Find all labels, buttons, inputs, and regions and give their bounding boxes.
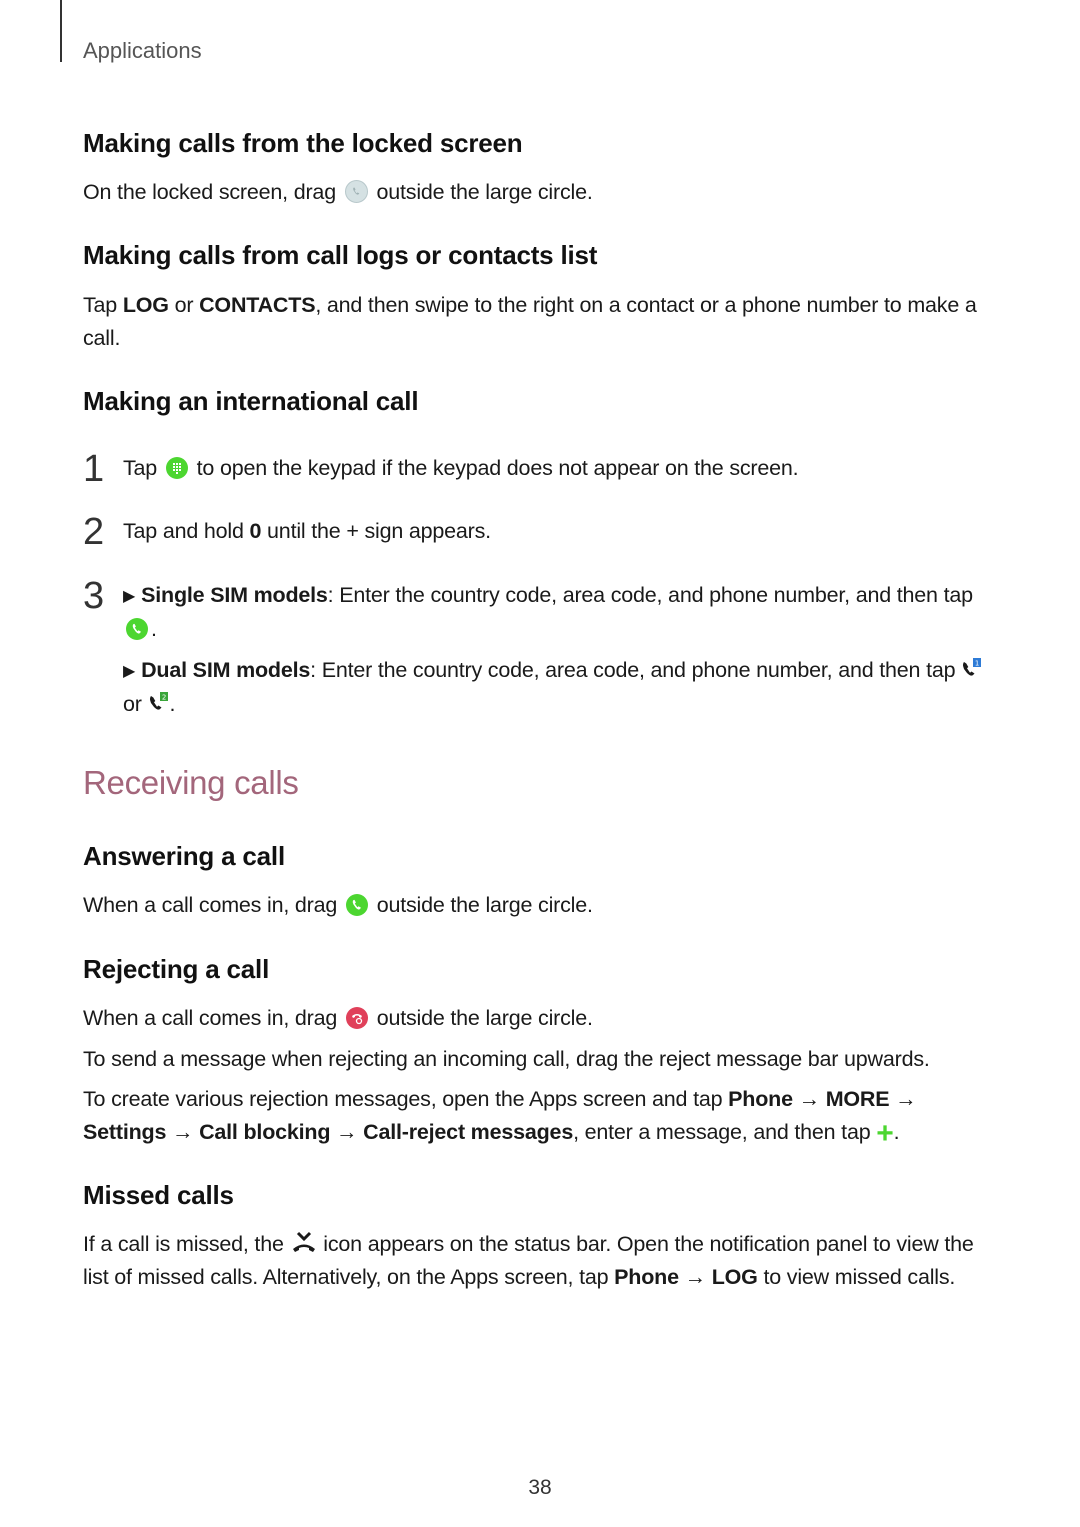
text: until the + sign appears.	[261, 519, 491, 543]
settings-label: Settings	[83, 1120, 167, 1144]
log-label: LOG	[711, 1265, 758, 1289]
keypad-icon	[165, 457, 188, 479]
step-number: 3	[83, 575, 105, 617]
para-call-logs: Tap LOG or CONTACTS, and then swipe to t…	[83, 289, 996, 355]
phone-label: Phone	[728, 1087, 793, 1111]
text: Tap	[123, 456, 158, 480]
heading-receiving-calls: Receiving calls	[83, 764, 299, 801]
step-1-text: Tap to open the keypad if the keypad doe…	[123, 452, 996, 485]
text: outside the large circle.	[376, 180, 593, 204]
section-rejecting: Rejecting a call	[83, 954, 996, 985]
phone-label: Phone	[614, 1265, 679, 1289]
para-rejecting-3: To create various rejection messages, op…	[83, 1083, 996, 1149]
para-missed: If a call is missed, the icon appears on…	[83, 1228, 996, 1294]
text: outside the large circle.	[376, 893, 593, 917]
text: Tap and hold	[123, 519, 250, 543]
arrow: →	[166, 1120, 200, 1144]
section-missed: Missed calls	[83, 1180, 996, 1211]
sim2-call-icon: 2	[148, 691, 170, 713]
para-answering: When a call comes in, drag outside the l…	[83, 889, 996, 922]
phone-lock-icon	[344, 180, 368, 203]
section-receiving: Receiving calls	[83, 764, 996, 802]
bullet-arrow-icon: ▶	[123, 663, 136, 680]
step-2-text: Tap and hold 0 until the + sign appears.	[123, 515, 996, 548]
call-reject-messages-label: Call-reject messages	[363, 1120, 574, 1144]
heading-international: Making an international call	[83, 386, 419, 416]
svg-text:1: 1	[975, 660, 979, 668]
text: : Enter the country code, area code, and…	[327, 583, 973, 607]
heading-call-logs: Making calls from call logs or contacts …	[83, 240, 598, 270]
text: or	[168, 293, 200, 317]
text: to open the keypad if the keypad does no…	[196, 456, 799, 480]
text: On the locked screen, drag	[83, 180, 336, 204]
text: .	[893, 1120, 900, 1144]
para-rejecting-1: When a call comes in, drag outside the l…	[83, 1002, 996, 1035]
call-blocking-label: Call blocking	[199, 1120, 331, 1144]
heading-missed-calls: Missed calls	[83, 1180, 234, 1210]
contacts-label: CONTACTS	[199, 293, 316, 317]
header-rule	[60, 0, 62, 62]
bullet-arrow-icon: ▶	[123, 588, 136, 605]
zero-key-label: 0	[249, 519, 262, 543]
text: When a call comes in, drag	[83, 1006, 338, 1030]
step-number: 1	[83, 448, 105, 490]
text: To create various rejection messages, op…	[83, 1087, 729, 1111]
section-call-logs: Making calls from call logs or contacts …	[83, 240, 996, 271]
text: To send a message when rejecting an inco…	[83, 1047, 930, 1071]
arrow: →	[330, 1120, 364, 1144]
text: to view missed calls.	[757, 1265, 956, 1289]
reject-call-icon	[345, 1007, 368, 1029]
running-head: Applications	[83, 38, 202, 63]
heading-rejecting: Rejecting a call	[83, 954, 270, 984]
para-locked-screen: On the locked screen, drag outside the l…	[83, 176, 996, 209]
text: If a call is missed, the	[83, 1232, 284, 1256]
section-locked-screen: Making calls from the locked screen	[83, 128, 996, 159]
para-rejecting-2: To send a message when rejecting an inco…	[83, 1043, 996, 1076]
text: When a call comes in, drag	[83, 893, 338, 917]
step-3-dual-sim: ▶ Dual SIM models: Enter the country code…	[123, 654, 996, 721]
text: or	[123, 692, 142, 716]
step-number: 2	[83, 511, 105, 553]
call-icon	[126, 618, 148, 640]
plus-icon: +	[876, 1117, 894, 1150]
heading-locked-screen: Making calls from the locked screen	[83, 128, 523, 158]
svg-text:2: 2	[161, 694, 165, 702]
sim1-call-icon: 1	[961, 657, 983, 679]
answer-call-icon	[345, 894, 368, 916]
arrow: →	[889, 1087, 917, 1111]
section-international: Making an international call	[83, 386, 996, 417]
text: outside the large circle.	[376, 1006, 593, 1030]
arrow: →	[792, 1087, 826, 1111]
arrow: →	[678, 1265, 712, 1289]
dual-sim-label: Dual SIM models	[141, 658, 311, 682]
more-label: MORE	[825, 1087, 890, 1111]
missed-call-icon	[290, 1230, 318, 1252]
heading-answering: Answering a call	[83, 841, 285, 871]
log-label: LOG	[122, 293, 169, 317]
page-number: 38	[528, 1476, 552, 1499]
text: : Enter the country code, area code, and…	[310, 658, 956, 682]
section-answering: Answering a call	[83, 841, 996, 872]
single-sim-label: Single SIM models	[141, 583, 328, 607]
text: Tap	[83, 293, 123, 317]
text: , enter a message, and then tap	[573, 1120, 871, 1144]
step-3-single-sim: ▶ Single SIM models: Enter the country co…	[123, 583, 973, 641]
